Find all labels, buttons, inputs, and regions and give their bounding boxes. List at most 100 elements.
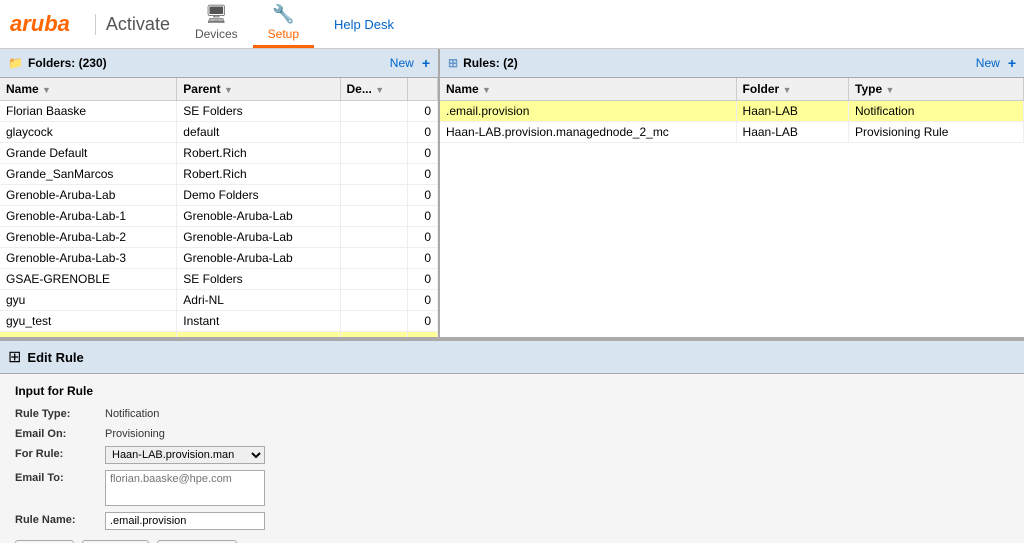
folder-de-cell [340,206,408,227]
rule-name-cell: Haan-LAB.provision.managednode_2_mc [440,122,736,143]
table-row[interactable]: Grenoble-Aruba-Lab-3 Grenoble-Aruba-Lab … [0,248,438,269]
folder-name-cell: Grande Default [0,143,177,164]
folder-name-cell: glaycock [0,122,177,143]
folder-de-cell [340,269,408,290]
folder-count-cell: 0 [408,227,438,248]
rule-type-cell: Provisioning Rule [849,122,1024,143]
folder-de-cell [340,227,408,248]
folder-de-cell [340,101,408,122]
rule-name-label: Rule Name: [15,512,105,526]
table-row[interactable]: Florian Baaske SE Folders 0 [0,101,438,122]
folders-actions: New + [390,55,430,71]
rules-plus-button[interactable]: + [1008,55,1016,71]
logo: aruba [10,11,70,37]
table-row[interactable]: GSAE-GRENOBLE SE Folders 0 [0,269,438,290]
folders-panel-header: 📁 Folders: (230) New + [0,49,438,78]
email-on-row: Email On: Provisioning [15,426,1009,440]
table-row[interactable]: glaycock default 0 [0,122,438,143]
rule-type-cell: Notification [849,101,1024,122]
rules-title: ⊞ Rules: (2) [448,56,518,70]
folder-de-cell [340,164,408,185]
rule-type-row: Rule Type: Notification [15,406,1009,420]
folder-de-cell [340,290,408,311]
rule-name-cell: .email.provision [440,101,736,122]
folder-parent-cell: Grenoble-Aruba-Lab [177,227,340,248]
col-parent[interactable]: Parent ▼ [177,78,340,101]
tab-devices[interactable]: 🖥 Devices [180,0,253,48]
email-to-textarea[interactable] [105,470,265,506]
activate-label: Activate [95,14,170,35]
folders-table: Name ▼ Parent ▼ De... ▼ Florian Baaske S… [0,78,438,337]
folder-name-cell: gyu [0,290,177,311]
rules-table-scroll[interactable]: Name ▼ Folder ▼ Type ▼ .email.provision … [440,78,1024,337]
edit-rule-header: ⊞ Edit Rule [0,341,1024,374]
edit-rule-title: Edit Rule [27,350,83,365]
col-rule-type[interactable]: Type ▼ [849,78,1024,101]
folder-count-cell: 0 [408,290,438,311]
folders-title-text: Folders: (230) [28,56,107,70]
folder-name-cell: Haan-LAB [0,332,177,338]
rule-type-label: Rule Type: [15,406,105,420]
folders-new-link[interactable]: New [390,56,414,70]
folder-name-cell: Grenoble-Aruba-Lab-2 [0,227,177,248]
email-to-label: Email To: [15,470,105,484]
folder-de-cell [340,311,408,332]
folder-de-cell [340,143,408,164]
table-row[interactable]: gyu_test Instant 0 [0,311,438,332]
folder-parent-cell: Robert.Rich [177,143,340,164]
col-rule-name[interactable]: Name ▼ [440,78,736,101]
nav-tabs: 🖥 Devices 🔧 Setup [180,0,314,48]
col-count [408,78,438,101]
rules-icon: ⊞ [448,56,458,70]
for-rule-select[interactable]: Haan-LAB.provision.man [105,446,265,464]
edit-rule-icon: ⊞ [8,347,21,367]
folder-parent-cell: Haan-MD [177,332,340,338]
folder-parent-cell: SE Folders [177,269,340,290]
edit-rule-panel: ⊞ Edit Rule Input for Rule Rule Type: No… [0,339,1024,543]
tab-setup[interactable]: 🔧 Setup [253,0,314,48]
folder-de-cell [340,248,408,269]
table-row[interactable]: Haan-LAB Haan-MD 1 [0,332,438,338]
col-de[interactable]: De... ▼ [340,78,408,101]
folder-count-cell: 0 [408,269,438,290]
rule-name-row: Rule Name: [15,512,1009,530]
table-row[interactable]: .email.provision Haan-LAB Notification [440,101,1024,122]
folders-plus-button[interactable]: + [422,55,430,71]
edit-rule-body: Input for Rule Rule Type: Notification E… [0,374,1024,543]
folder-parent-cell: Robert.Rich [177,164,340,185]
rules-title-text: Rules: (2) [463,56,518,70]
rules-panel-header: ⊞ Rules: (2) New + [440,49,1024,78]
folder-parent-cell: Grenoble-Aruba-Lab [177,248,340,269]
col-rule-folder[interactable]: Folder ▼ [736,78,848,101]
for-rule-label: For Rule: [15,446,105,460]
rule-type-value: Notification [105,406,159,420]
rule-name-input[interactable] [105,512,265,530]
app-header: aruba Activate 🖥 Devices 🔧 Setup Help De… [0,0,1024,49]
table-row[interactable]: Grande Default Robert.Rich 0 [0,143,438,164]
folder-name-cell: Grenoble-Aruba-Lab-1 [0,206,177,227]
section-title: Input for Rule [15,384,1009,398]
table-row[interactable]: Haan-LAB.provision.managednode_2_mc Haan… [440,122,1024,143]
rule-folder-cell: Haan-LAB [736,101,848,122]
folder-name-cell: GSAE-GRENOBLE [0,269,177,290]
folder-name-cell: Grande_SanMarcos [0,164,177,185]
rules-new-link[interactable]: New [976,56,1000,70]
devices-icon: 🖥 [205,4,228,25]
helpdesk-link[interactable]: Help Desk [334,17,394,32]
folder-count-cell: 0 [408,248,438,269]
table-row[interactable]: Grenoble-Aruba-Lab-2 Grenoble-Aruba-Lab … [0,227,438,248]
setup-icon: 🔧 [272,4,294,25]
folders-table-scroll[interactable]: Name ▼ Parent ▼ De... ▼ Florian Baaske S… [0,78,438,337]
folder-parent-cell: SE Folders [177,101,340,122]
table-row[interactable]: gyu Adri-NL 0 [0,290,438,311]
folder-de-cell [340,332,408,338]
rules-table-header: Name ▼ Folder ▼ Type ▼ [440,78,1024,101]
for-rule-row: For Rule: Haan-LAB.provision.man [15,446,1009,464]
rules-table: Name ▼ Folder ▼ Type ▼ .email.provision … [440,78,1024,143]
folder-count-cell: 0 [408,143,438,164]
col-name[interactable]: Name ▼ [0,78,177,101]
table-row[interactable]: Grenoble-Aruba-Lab-1 Grenoble-Aruba-Lab … [0,206,438,227]
table-row[interactable]: Grande_SanMarcos Robert.Rich 0 [0,164,438,185]
email-on-label: Email On: [15,426,105,440]
table-row[interactable]: Grenoble-Aruba-Lab Demo Folders 0 [0,185,438,206]
